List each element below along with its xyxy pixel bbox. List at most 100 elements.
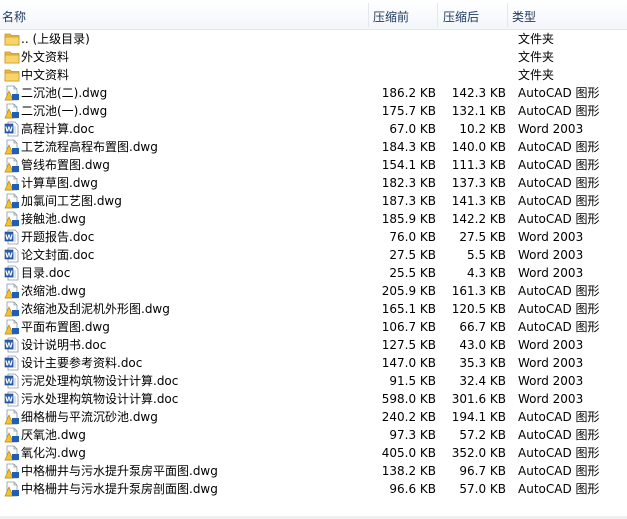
- svg-text:W: W: [5, 378, 13, 386]
- size-after: 43.0 KB: [459, 338, 506, 352]
- size-after: 5.5 KB: [467, 248, 506, 262]
- file-row[interactable]: 中格栅井与污水提升泵房平面图.dwg 138.2 KB 96.7 KB AutoCAD…: [0, 462, 627, 480]
- file-row[interactable]: W 开题报告.doc 76.0 KB 27.5 KB Word 2003: [0, 228, 627, 246]
- dwg-file-icon: [4, 157, 20, 173]
- file-row[interactable]: 接触池.dwg 185.9 KB 142.2 KB AutoCAD 图形: [0, 210, 627, 228]
- size-after: 352.0 KB: [451, 446, 506, 460]
- file-row[interactable]: W 设计主要参考资料.doc 147.0 KB 35.3 KB Word 2003: [0, 354, 627, 372]
- file-type: AutoCAD 图形: [518, 158, 600, 172]
- folder-icon: [4, 49, 20, 65]
- folder-row[interactable]: 外文资料 文件夹: [0, 48, 627, 66]
- file-type: AutoCAD 图形: [518, 464, 600, 478]
- dwg-file-icon: [4, 409, 20, 425]
- size-after: 66.7 KB: [459, 320, 506, 334]
- folder-row[interactable]: .. (上级目录) 文件夹: [0, 30, 627, 48]
- file-name: 设计主要参考资料.doc: [21, 356, 143, 370]
- column-name-header[interactable]: 名称: [2, 0, 26, 29]
- column-type-header[interactable]: 类型: [512, 0, 536, 29]
- file-row[interactable]: 二沉池(二).dwg 186.2 KB 142.3 KB AutoCAD 图形: [0, 84, 627, 102]
- file-name: 计算草图.dwg: [21, 176, 98, 190]
- size-before: 106.7 KB: [381, 320, 436, 334]
- size-before: 184.3 KB: [381, 140, 436, 154]
- file-name: 污泥处理构筑物设计计算.doc: [21, 374, 179, 388]
- file-name: 厌氧池.dwg: [21, 428, 86, 442]
- word-file-icon: W: [4, 229, 20, 245]
- size-before: 186.2 KB: [381, 86, 436, 100]
- file-name: 目录.doc: [21, 266, 71, 280]
- file-type: AutoCAD 图形: [518, 104, 600, 118]
- file-row[interactable]: 加氯间工艺图.dwg 187.3 KB 141.3 KB AutoCAD 图形: [0, 192, 627, 210]
- file-row[interactable]: 计算草图.dwg 182.3 KB 137.3 KB AutoCAD 图形: [0, 174, 627, 192]
- file-type: 文件夹: [518, 32, 555, 46]
- file-type: Word 2003: [518, 374, 584, 388]
- file-row[interactable]: 浓缩池.dwg 205.9 KB 161.3 KB AutoCAD 图形: [0, 282, 627, 300]
- file-type: AutoCAD 图形: [518, 140, 600, 154]
- file-row[interactable]: 细格栅与平流沉砂池.dwg 240.2 KB 194.1 KB AutoCAD 图形: [0, 408, 627, 426]
- file-name: 加氯间工艺图.dwg: [21, 194, 122, 208]
- svg-text:W: W: [5, 342, 13, 350]
- size-before: 96.6 KB: [389, 482, 436, 496]
- file-type: AutoCAD 图形: [518, 482, 600, 496]
- file-name: 氧化沟.dwg: [21, 446, 86, 460]
- file-name: 工艺流程高程布置图.dwg: [21, 140, 158, 154]
- file-type: Word 2003: [518, 122, 584, 136]
- file-row[interactable]: W 设计说明书.doc 127.5 KB 43.0 KB Word 2003: [0, 336, 627, 354]
- file-row[interactable]: 平面布置图.dwg 106.7 KB 66.7 KB AutoCAD 图形: [0, 318, 627, 336]
- file-row[interactable]: W 污水处理构筑物设计计算.doc 598.0 KB 301.6 KB Word 200…: [0, 390, 627, 408]
- file-name: 论文封面.doc: [21, 248, 95, 262]
- svg-text:W: W: [5, 252, 13, 260]
- size-before: 97.3 KB: [389, 428, 436, 442]
- dwg-file-icon: [4, 427, 20, 443]
- column-separator[interactable]: [437, 3, 438, 27]
- size-after: 27.5 KB: [459, 230, 506, 244]
- file-name: 污水处理构筑物设计计算.doc: [21, 392, 179, 406]
- folder-row[interactable]: 中文资料 文件夹: [0, 66, 627, 84]
- file-name: 二沉池(二).dwg: [21, 86, 108, 100]
- file-type: AutoCAD 图形: [518, 176, 600, 190]
- size-after: 10.2 KB: [459, 122, 506, 136]
- file-row[interactable]: W 污泥处理构筑物设计计算.doc 91.5 KB 32.4 KB Word 2003: [0, 372, 627, 390]
- file-name: 高程计算.doc: [21, 122, 95, 136]
- file-row[interactable]: W 论文封面.doc 27.5 KB 5.5 KB Word 2003: [0, 246, 627, 264]
- file-type: AutoCAD 图形: [518, 212, 600, 226]
- file-row[interactable]: W 高程计算.doc 67.0 KB 10.2 KB Word 2003: [0, 120, 627, 138]
- file-row[interactable]: 中格栅井与污水提升泵房剖面图.dwg 96.6 KB 57.0 KB AutoCAD …: [0, 480, 627, 498]
- column-separator[interactable]: [507, 3, 508, 27]
- size-before: 182.3 KB: [381, 176, 436, 190]
- file-name: 浓缩池.dwg: [21, 284, 86, 298]
- file-name: 外文资料: [21, 50, 70, 64]
- folder-icon: [4, 67, 20, 83]
- file-name: .. (上级目录): [21, 32, 90, 46]
- column-after-header[interactable]: 压缩后: [443, 0, 479, 29]
- dwg-file-icon: [4, 85, 20, 101]
- file-name: 开题报告.doc: [21, 230, 95, 244]
- file-row[interactable]: 浓缩池及刮泥机外形图.dwg 165.1 KB 120.5 KB AutoCAD 图形: [0, 300, 627, 318]
- column-before-header[interactable]: 压缩前: [373, 0, 409, 29]
- file-name: 二沉池(一).dwg: [21, 104, 108, 118]
- size-before: 165.1 KB: [381, 302, 436, 316]
- dwg-file-icon: [4, 175, 20, 191]
- file-row[interactable]: 二沉池(一).dwg 175.7 KB 132.1 KB AutoCAD 图形: [0, 102, 627, 120]
- size-after: 140.0 KB: [451, 140, 506, 154]
- file-row[interactable]: 厌氧池.dwg 97.3 KB 57.2 KB AutoCAD 图形: [0, 426, 627, 444]
- file-type: AutoCAD 图形: [518, 428, 600, 442]
- dwg-file-icon: [4, 301, 20, 317]
- word-file-icon: W: [4, 391, 20, 407]
- size-after: 132.1 KB: [451, 104, 506, 118]
- column-separator[interactable]: [368, 3, 369, 27]
- svg-text:W: W: [5, 234, 13, 242]
- file-name: 中格栅井与污水提升泵房平面图.dwg: [21, 464, 218, 478]
- file-type: AutoCAD 图形: [518, 284, 600, 298]
- size-after: 57.2 KB: [459, 428, 506, 442]
- dwg-file-icon: [4, 139, 20, 155]
- file-name: 细格栅与平流沉砂池.dwg: [21, 410, 158, 424]
- svg-text:W: W: [5, 396, 13, 404]
- file-row[interactable]: 氧化沟.dwg 405.0 KB 352.0 KB AutoCAD 图形: [0, 444, 627, 462]
- word-file-icon: W: [4, 373, 20, 389]
- file-row[interactable]: 管线布置图.dwg 154.1 KB 111.3 KB AutoCAD 图形: [0, 156, 627, 174]
- size-before: 76.0 KB: [389, 230, 436, 244]
- dwg-file-icon: [4, 481, 20, 497]
- file-row[interactable]: 工艺流程高程布置图.dwg 184.3 KB 140.0 KB AutoCAD 图形: [0, 138, 627, 156]
- dwg-file-icon: [4, 319, 20, 335]
- file-row[interactable]: W 目录.doc 25.5 KB 4.3 KB Word 2003: [0, 264, 627, 282]
